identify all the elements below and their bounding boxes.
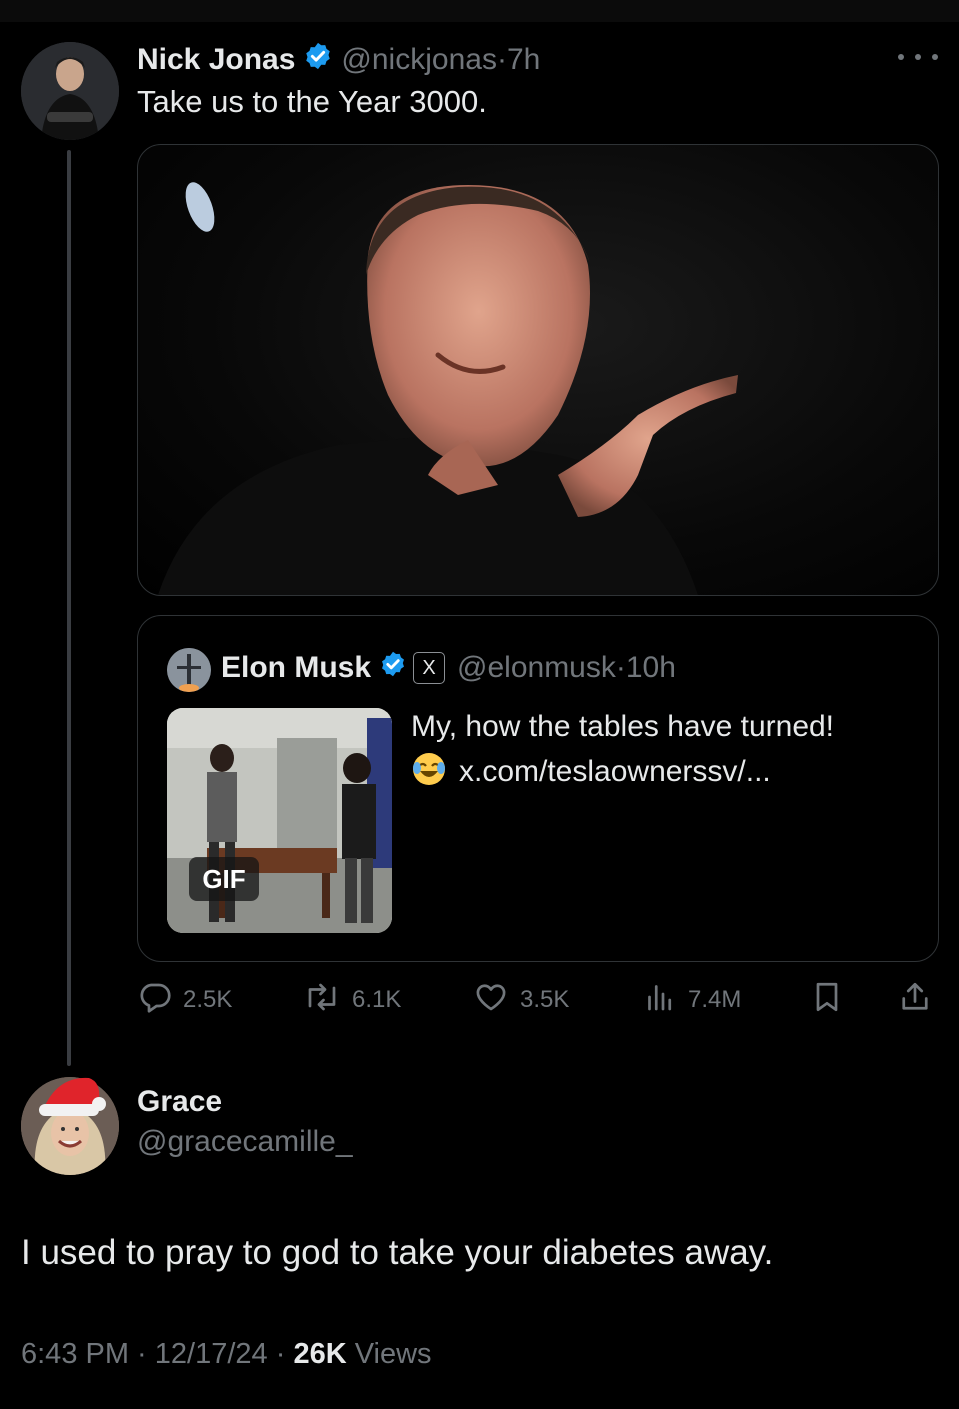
tweet-header: Nick Jonas @nickjonas · 7h [137,40,540,80]
tweet-action-bar: 2.5K 6.1K 3.5K 7.4M [137,980,937,1020]
reply-button[interactable]: 2.5K [137,980,232,1020]
reply-author-handle[interactable]: @gracecamille_ [137,1125,353,1159]
views-button[interactable]: 7.4M [642,980,741,1020]
gif-badge: GIF [189,857,259,901]
like-count: 3.5K [520,986,570,1013]
repost-icon [302,979,352,1022]
author-name[interactable]: Nick Jonas [137,43,295,77]
reply-text: I used to pray to god to take your diabe… [21,1233,774,1272]
heart-icon [472,979,520,1022]
bookmark-icon [809,979,855,1022]
avatar-nickjonas[interactable] [21,42,119,140]
meta-separator: · [129,1338,155,1370]
more-options-icon[interactable] [898,44,938,70]
reply-time[interactable]: 6:43 PM [21,1338,129,1370]
analytics-icon [642,979,688,1022]
reply-count: 2.5K [183,986,233,1013]
quoted-tweet-header: Elon Musk X @elonmusk · 10h [221,646,676,690]
santa-hat-icon [37,1072,109,1129]
reply-date[interactable]: 12/17/24 [155,1338,268,1370]
x-affiliation-badge-icon: X [413,652,446,684]
avatar-elonmusk[interactable] [167,648,211,692]
verified-badge-icon [379,650,407,686]
like-button[interactable]: 3.5K [472,980,569,1020]
quoted-tweet-link[interactable]: x.com/teslaownerssv/... [459,755,771,788]
bookmark-button[interactable] [809,980,855,1020]
share-icon [897,979,943,1022]
quoted-tweet-timestamp[interactable]: 10h [626,651,676,685]
tweet-text: Take us to the Year 3000. [137,84,487,119]
quoted-text-line-2: x.com/teslaownerssv/... [411,749,921,794]
meta-separator-2: · [267,1338,294,1370]
tweet-timestamp[interactable]: 7h [507,43,540,77]
reply-icon [137,979,183,1022]
repost-count: 6.1K [352,986,402,1013]
quoted-author-handle[interactable]: @elonmusk [457,651,616,685]
view-count: 7.4M [688,986,742,1013]
verified-badge-icon [303,41,333,79]
repost-button[interactable]: 6.1K [302,980,401,1020]
tweet-media-image[interactable] [137,144,939,596]
gif-thumbnail[interactable]: GIF [167,708,392,933]
quoted-tweet[interactable]: Elon Musk X @elonmusk · 10h GIF My, how … [137,615,939,962]
quoted-text-line: My, how the tables have turned! [411,710,835,743]
quoted-tweet-text: My, how the tables have turned! x.com/te… [411,704,921,794]
status-bar [0,0,959,22]
author-handle[interactable]: @nickjonas [341,43,497,77]
share-button[interactable] [897,980,943,1020]
reply-metadata: 6:43 PM · 12/17/24 · 26K Views [21,1338,432,1371]
quoted-header-separator: · [615,651,626,684]
tears-of-joy-emoji-icon [411,751,447,787]
reply-author-name[interactable]: Grace [137,1085,222,1119]
header-separator: · [496,43,507,76]
quoted-author-name[interactable]: Elon Musk [221,651,371,685]
reply-views-label: Views [346,1338,432,1370]
reply-views-count: 26K [293,1338,347,1370]
thread-connector-line [67,150,71,1066]
